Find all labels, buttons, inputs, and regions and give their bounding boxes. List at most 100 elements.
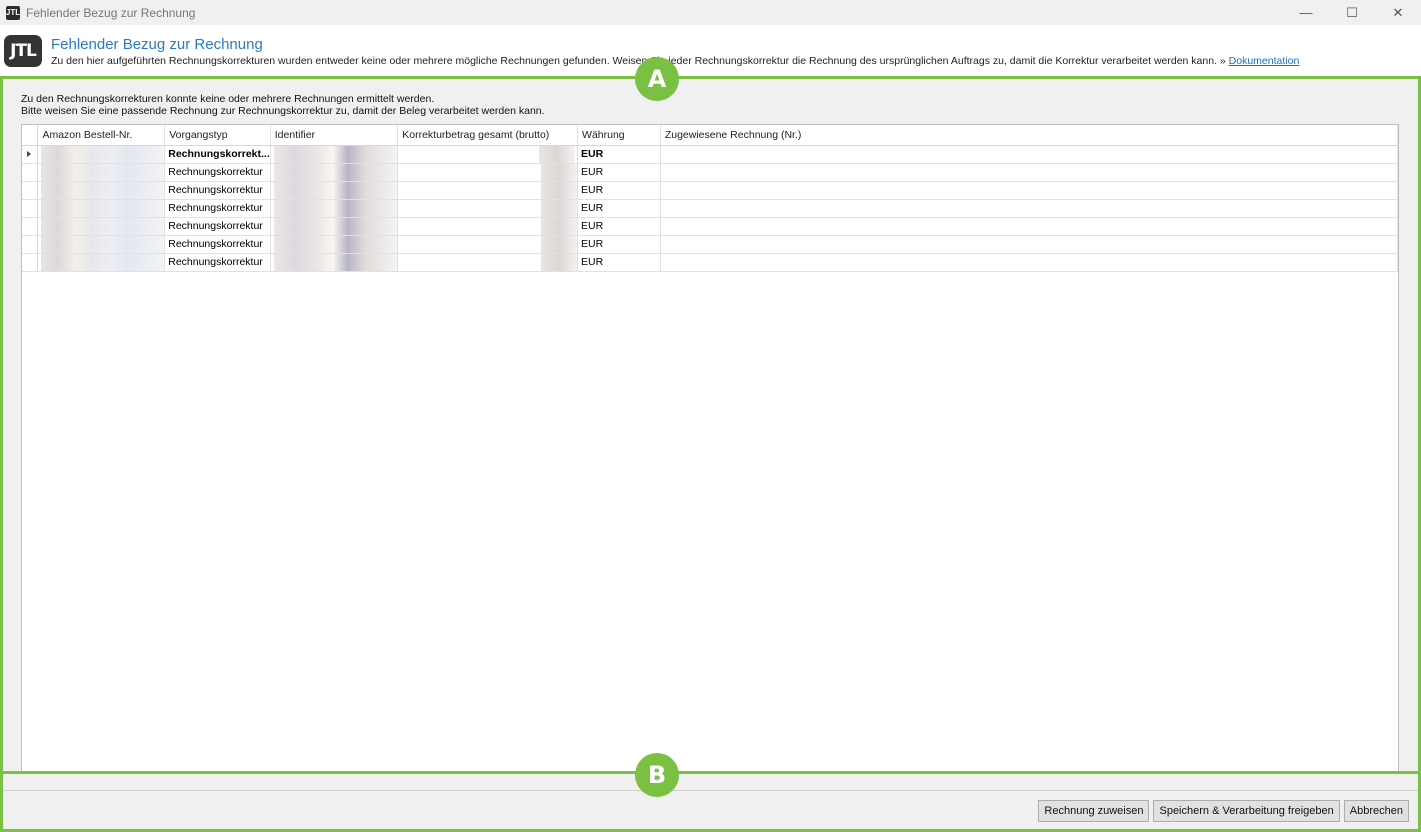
column-header-identifier[interactable]: Identifier: [270, 125, 399, 146]
amount-cell[interactable]: [397, 199, 579, 218]
identifier-cell[interactable]: [270, 235, 399, 254]
redacted-order-number: [41, 217, 164, 234]
redacted-identifier: [273, 181, 397, 198]
column-header-currency[interactable]: Währung: [577, 125, 661, 146]
process-type-cell[interactable]: Rechnungskorrektur: [164, 181, 271, 200]
title-bar: JTL Fehlender Bezug zur Rechnung — ☐ ✕: [0, 0, 1421, 25]
cancel-button[interactable]: Abbrechen: [1343, 800, 1409, 822]
order-number-cell[interactable]: [37, 145, 166, 164]
documentation-link[interactable]: Dokumentation: [1229, 55, 1300, 67]
currency-cell[interactable]: EUR: [577, 181, 661, 200]
window-title: Fehlender Bezug zur Rechnung: [26, 5, 196, 20]
order-number-cell[interactable]: [37, 235, 166, 254]
redacted-identifier: [273, 253, 397, 270]
correction-table: Amazon Bestell-Nr. Vorgangstyp Identifie…: [22, 125, 1398, 272]
process-type-cell[interactable]: Rechnungskorrektur: [164, 235, 271, 254]
close-icon[interactable]: ✕: [1375, 0, 1421, 25]
redacted-order-number: [41, 235, 164, 252]
assigned-invoice-cell[interactable]: [660, 145, 1398, 164]
redacted-order-number: [41, 181, 164, 198]
minimize-icon[interactable]: —: [1283, 0, 1329, 25]
table-row[interactable]: Rechnungskorrektur EUR: [22, 181, 1398, 200]
currency-cell[interactable]: EUR: [577, 163, 661, 182]
table-row[interactable]: Rechnungskorrektur EUR: [22, 235, 1398, 254]
currency-cell[interactable]: EUR: [577, 145, 661, 164]
redacted-order-number: [41, 145, 164, 162]
row-selector[interactable]: [22, 181, 39, 200]
maximize-icon[interactable]: ☐: [1329, 0, 1375, 25]
currency-cell[interactable]: EUR: [577, 253, 661, 272]
info-text: Zu den Rechnungskorrekturen konnte keine…: [21, 93, 545, 117]
dialog-title: Fehlender Bezug zur Rechnung: [51, 36, 263, 53]
redacted-amount: [541, 235, 577, 252]
redacted-order-number: [41, 253, 164, 270]
amount-cell[interactable]: [397, 217, 579, 236]
table-row[interactable]: Rechnungskorrektur EUR: [22, 253, 1398, 272]
amount-cell[interactable]: [397, 253, 579, 272]
main-panel: Zu den Rechnungskorrekturen konnte keine…: [0, 76, 1421, 774]
table-header-row: Amazon Bestell-Nr. Vorgangstyp Identifie…: [22, 125, 1398, 146]
row-selector[interactable]: [22, 145, 39, 164]
row-selector[interactable]: [22, 163, 39, 182]
footer-divider: [3, 790, 1418, 791]
column-header-order-number[interactable]: Amazon Bestell-Nr.: [37, 125, 166, 146]
row-selector[interactable]: [22, 253, 39, 272]
identifier-cell[interactable]: [270, 145, 399, 164]
redacted-order-number: [41, 163, 164, 180]
currency-cell[interactable]: EUR: [577, 235, 661, 254]
amount-cell[interactable]: [397, 235, 579, 254]
table-row[interactable]: Rechnungskorrektur EUR: [22, 217, 1398, 236]
correction-grid[interactable]: Amazon Bestell-Nr. Vorgangstyp Identifie…: [21, 124, 1399, 774]
redacted-amount: [541, 253, 577, 270]
process-type-cell[interactable]: Rechnungskorrekt...: [164, 145, 271, 164]
process-type-cell[interactable]: Rechnungskorrektur: [164, 163, 271, 182]
row-selector[interactable]: [22, 235, 39, 254]
table-row[interactable]: Rechnungskorrektur EUR: [22, 199, 1398, 218]
redacted-amount: [541, 199, 577, 216]
redacted-amount: [541, 163, 577, 180]
window-controls: — ☐ ✕: [1283, 0, 1421, 25]
assigned-invoice-cell[interactable]: [660, 217, 1398, 236]
assigned-invoice-cell[interactable]: [660, 181, 1398, 200]
table-row[interactable]: Rechnungskorrekt... EUR: [22, 145, 1398, 164]
redacted-identifier: [273, 145, 397, 162]
row-selector[interactable]: [22, 199, 39, 218]
assigned-invoice-cell[interactable]: [660, 253, 1398, 272]
assigned-invoice-cell[interactable]: [660, 235, 1398, 254]
identifier-cell[interactable]: [270, 181, 399, 200]
currency-cell[interactable]: EUR: [577, 199, 661, 218]
order-number-cell[interactable]: [37, 199, 166, 218]
annotation-marker-b: B: [635, 753, 679, 797]
order-number-cell[interactable]: [37, 181, 166, 200]
identifier-cell[interactable]: [270, 217, 399, 236]
column-header-process-type[interactable]: Vorgangstyp: [164, 125, 271, 146]
dialog-header: JTL Fehlender Bezug zur Rechnung Zu den …: [0, 26, 1421, 72]
currency-cell[interactable]: EUR: [577, 217, 661, 236]
assigned-invoice-cell[interactable]: [660, 199, 1398, 218]
row-selector[interactable]: [22, 217, 39, 236]
identifier-cell[interactable]: [270, 163, 399, 182]
save-and-release-button[interactable]: Speichern & Verarbeitung freigeben: [1153, 800, 1340, 822]
column-header-assigned-invoice[interactable]: Zugewiesene Rechnung (Nr.): [660, 125, 1398, 146]
column-header-correction-amount[interactable]: Korrekturbetrag gesamt (brutto): [397, 125, 579, 146]
identifier-cell[interactable]: [270, 253, 399, 272]
order-number-cell[interactable]: [37, 163, 166, 182]
process-type-cell[interactable]: Rechnungskorrektur: [164, 253, 271, 272]
row-header-corner: [22, 125, 39, 146]
order-number-cell[interactable]: [37, 253, 166, 272]
info-line-1: Zu den Rechnungskorrekturen konnte keine…: [21, 93, 435, 105]
process-type-cell[interactable]: Rechnungskorrektur: [164, 217, 271, 236]
assign-invoice-button[interactable]: Rechnung zuweisen: [1038, 800, 1150, 822]
amount-cell[interactable]: [397, 163, 579, 182]
process-type-cell[interactable]: Rechnungskorrektur: [164, 199, 271, 218]
table-row[interactable]: Rechnungskorrektur EUR: [22, 163, 1398, 182]
order-number-cell[interactable]: [37, 217, 166, 236]
footer-buttons: Rechnung zuweisen Speichern & Verarbeitu…: [1038, 800, 1409, 822]
redacted-identifier: [273, 163, 397, 180]
amount-cell[interactable]: [397, 145, 579, 164]
amount-cell[interactable]: [397, 181, 579, 200]
app-icon: JTL: [6, 5, 20, 20]
identifier-cell[interactable]: [270, 199, 399, 218]
assigned-invoice-cell[interactable]: [660, 163, 1398, 182]
dialog-description: Zu den hier aufgeführten Rechnungskorrek…: [51, 55, 1299, 67]
